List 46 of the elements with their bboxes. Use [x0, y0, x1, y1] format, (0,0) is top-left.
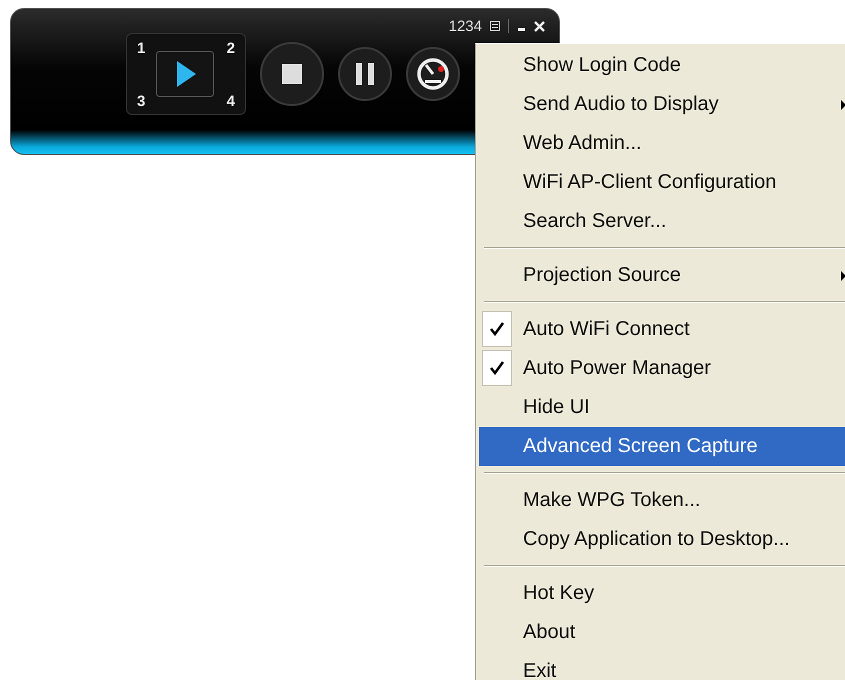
menu-item[interactable]: Projection Source	[479, 256, 845, 295]
menu-item-label: Show Login Code	[523, 54, 681, 77]
submenu-arrow-icon	[841, 271, 845, 281]
menu-item-label: About	[523, 621, 576, 644]
display-number[interactable]: 4	[226, 93, 235, 110]
menu-item[interactable]: About	[479, 613, 845, 652]
menu-item[interactable]: Web Admin...	[479, 124, 845, 163]
menu-item-label: Projection Source	[523, 264, 681, 287]
menu-item[interactable]: Make WPG Token...	[479, 481, 845, 520]
close-icon[interactable]	[534, 20, 545, 32]
submenu-arrow-icon	[841, 100, 845, 110]
menu-item-label: Auto Power Manager	[523, 357, 711, 380]
display-number[interactable]: 2	[226, 40, 235, 57]
menu-item[interactable]: Advanced Screen Capture	[479, 427, 845, 466]
display-selector[interactable]: 1 2 3 4	[126, 33, 246, 115]
menu-item[interactable]: Auto Power Manager	[479, 349, 845, 388]
checkmark-icon	[482, 350, 512, 386]
menu-item-label: Make WPG Token...	[523, 489, 700, 512]
menu-item[interactable]: Copy Application to Desktop...	[479, 520, 845, 559]
menu-item-label: Hide UI	[523, 396, 590, 419]
list-icon[interactable]	[490, 21, 500, 31]
menu-item-label: WiFi AP-Client Configuration	[523, 171, 776, 194]
menu-item[interactable]: Exit	[479, 652, 845, 680]
display-number[interactable]: 3	[137, 93, 146, 110]
menu-item[interactable]: Send Audio to Display	[479, 85, 845, 124]
login-code: 1234	[448, 18, 482, 34]
stop-icon[interactable]	[260, 42, 324, 106]
menu-item-label: Search Server...	[523, 210, 666, 233]
pause-icon[interactable]	[338, 47, 392, 101]
menu-item[interactable]: Auto WiFi Connect	[479, 310, 845, 349]
speedometer-icon[interactable]	[406, 47, 460, 101]
display-number[interactable]: 1	[137, 40, 146, 57]
menu-item-label: Advanced Screen Capture	[523, 435, 758, 458]
menu-item-label: Copy Application to Desktop...	[523, 528, 790, 551]
menu-item[interactable]: Show Login Code	[479, 46, 845, 85]
checkmark-icon	[482, 311, 512, 347]
menu-item-label: Hot Key	[523, 582, 594, 605]
play-icon[interactable]	[156, 51, 214, 97]
menu-item-label: Exit	[523, 660, 556, 680]
menu-item-label: Send Audio to Display	[523, 93, 719, 116]
menu-item[interactable]: WiFi AP-Client Configuration	[479, 163, 845, 202]
menu-item[interactable]: Search Server...	[479, 202, 845, 241]
menu-item[interactable]: Hide UI	[479, 388, 845, 427]
menu-item-label: Auto WiFi Connect	[523, 318, 690, 341]
menu-item[interactable]: Hot Key	[479, 574, 845, 613]
menu-item-label: Web Admin...	[523, 132, 642, 155]
